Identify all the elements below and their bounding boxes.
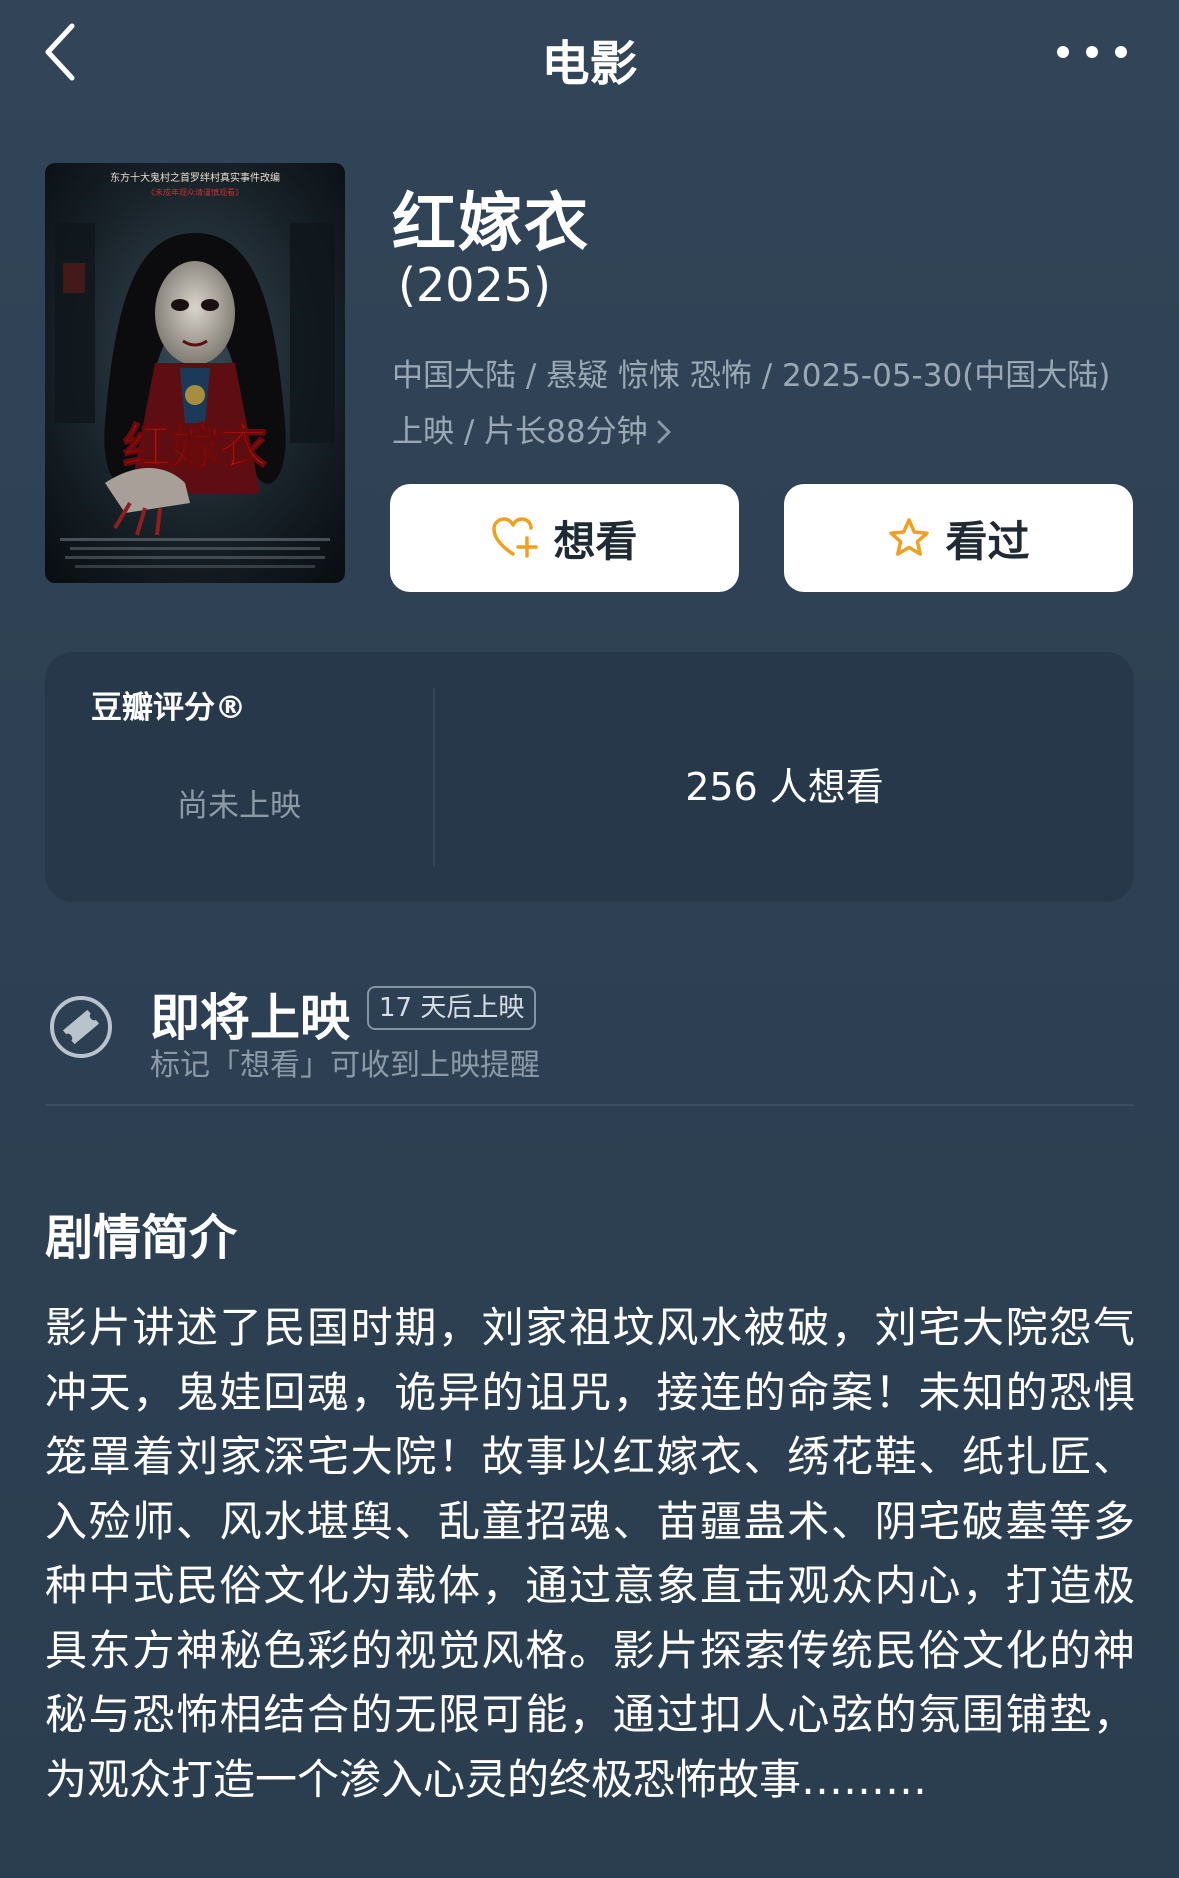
star-icon xyxy=(889,518,930,556)
nav-bar: 电影 xyxy=(0,0,1179,110)
watched-label: 看过 xyxy=(945,516,1030,566)
ticket-icon xyxy=(48,994,114,1060)
poster-title-art: 红嫁衣 xyxy=(123,419,267,475)
divider xyxy=(45,1104,1134,1106)
page-title: 电影 xyxy=(541,36,638,92)
rating-value: 尚未上映 xyxy=(177,788,301,824)
movie-poster[interactable]: 东方十大鬼村之首罗绊村真实事件改编 《未成年观众请谨慎观看》 红嫁衣 xyxy=(45,163,345,583)
heart-plus-icon xyxy=(492,517,539,558)
more-button[interactable] xyxy=(1057,30,1127,74)
upcoming-reminder-text: 标记「想看」可收到上映提醒 xyxy=(150,1048,540,1083)
rating-label: 豆瓣评分® xyxy=(91,690,246,726)
watched-button[interactable]: 看过 xyxy=(784,484,1133,592)
movie-meta-link[interactable]: 中国大陆 / 悬疑 惊悚 恐怖 / 2025-05-30(中国大陆) 上映 / … xyxy=(392,348,1132,460)
movie-meta-text: 中国大陆 / 悬疑 惊悚 恐怖 / 2025-05-30(中国大陆) 上映 / … xyxy=(392,358,1111,450)
movie-year: (2025) xyxy=(398,258,551,312)
rating-card: 豆瓣评分® 尚未上映 256 人想看 xyxy=(45,652,1134,902)
poster-sub-text: 《未成年观众请谨慎观看》 xyxy=(147,187,243,197)
more-dots-icon xyxy=(1057,46,1069,58)
chevron-right-icon xyxy=(656,404,672,460)
want-to-watch-button[interactable]: 想看 xyxy=(390,484,739,592)
want-to-watch-label: 想看 xyxy=(553,516,638,566)
poster-top-text: 东方十大鬼村之首罗绊村真实事件改编 xyxy=(110,171,280,184)
days-until-release-badge: 17 天后上映 xyxy=(367,986,537,1030)
synopsis-title: 剧情简介 xyxy=(45,1210,238,1266)
want-count[interactable]: 256 人想看 xyxy=(435,756,1134,811)
synopsis-text[interactable]: 影片讲述了民国时期，刘家祖坟风水被破，刘宅大院怨气冲天，鬼娃回魂，诡异的诅咒，接… xyxy=(45,1296,1135,1812)
movie-title: 红嫁衣 xyxy=(392,187,590,261)
